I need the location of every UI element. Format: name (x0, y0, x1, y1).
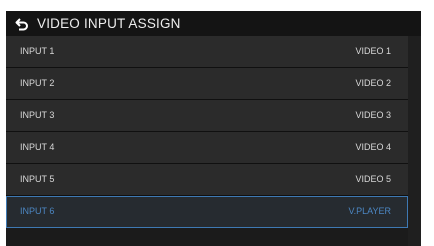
list-item-input-2[interactable]: INPUT 2 VIDEO 2 (6, 68, 408, 100)
header-bar: VIDEO INPUT ASSIGN (6, 11, 421, 36)
list-item-input-3[interactable]: INPUT 3 VIDEO 3 (6, 100, 408, 132)
video-input-assign-screen: VIDEO INPUT ASSIGN INPUT 1 VIDEO 1 INPUT… (6, 11, 421, 246)
assigned-source-value: VIDEO 5 (355, 174, 391, 184)
page-title: VIDEO INPUT ASSIGN (37, 16, 181, 31)
input-label: INPUT 1 (20, 46, 55, 56)
list-item-input-1[interactable]: INPUT 1 VIDEO 1 (6, 36, 408, 68)
assigned-source-value: V.PLAYER (348, 206, 391, 216)
back-button[interactable] (10, 11, 34, 36)
input-label: INPUT 4 (20, 142, 55, 152)
back-arrow-icon (15, 17, 28, 30)
assigned-source-value: VIDEO 2 (355, 78, 391, 88)
side-panel (408, 36, 421, 246)
assigned-source-value: VIDEO 4 (355, 142, 391, 152)
list-item-input-5[interactable]: INPUT 5 VIDEO 5 (6, 164, 408, 196)
input-label: INPUT 2 (20, 78, 55, 88)
assigned-source-value: VIDEO 1 (355, 46, 391, 56)
list-item-input-4[interactable]: INPUT 4 VIDEO 4 (6, 132, 408, 164)
input-assign-list: INPUT 1 VIDEO 1 INPUT 2 VIDEO 2 INPUT 3 … (6, 36, 408, 228)
input-label: INPUT 5 (20, 174, 55, 184)
assigned-source-value: VIDEO 3 (355, 110, 391, 120)
list-item-input-6[interactable]: INPUT 6 V.PLAYER (6, 196, 408, 228)
input-label: INPUT 3 (20, 110, 55, 120)
input-label: INPUT 6 (20, 206, 55, 216)
